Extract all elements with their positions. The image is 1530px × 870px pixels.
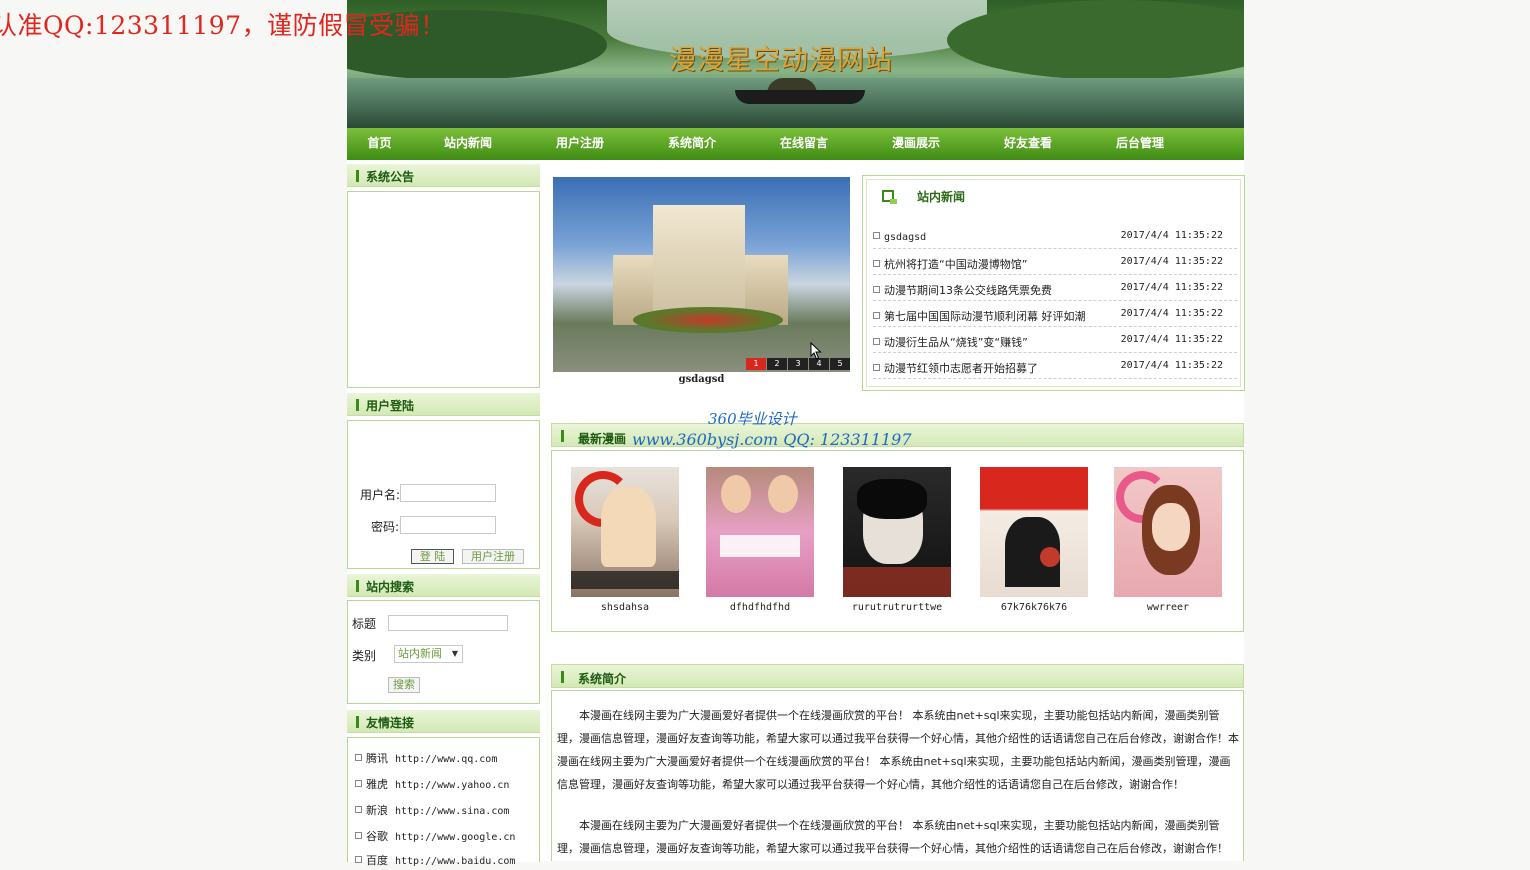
notice-content <box>347 191 540 388</box>
nav-friends[interactable]: 好友查看 <box>972 128 1084 160</box>
nav-news[interactable]: 站内新闻 <box>412 128 524 160</box>
search-button[interactable]: 搜索 <box>388 677 420 693</box>
manga-item[interactable]: dfhdfhdfhd <box>706 467 814 613</box>
site-title: 漫漫星空动漫网站 <box>669 45 893 76</box>
links-list: 腾讯 http://www.qq.com 雅虎 http://www.yahoo… <box>347 737 540 867</box>
notice-panel: 系统公告 <box>347 164 540 187</box>
slider-page-1[interactable]: 1 <box>746 358 766 370</box>
manga-cover[interactable] <box>843 467 951 597</box>
news-title: 站内新闻 <box>917 190 966 204</box>
intro-title: 系统简介 <box>578 672 627 686</box>
login-form: 用户名: 密码: 登 陆 用户注册 <box>347 420 540 569</box>
overlay-watermark-line1: 360毕业设计 <box>708 410 797 428</box>
mouse-cursor-icon <box>810 342 822 360</box>
latest-manga-title: 最新漫画 <box>578 432 627 446</box>
boat-image <box>735 90 865 104</box>
overlay-watermark-line2: www.360bysj.com QQ: 123311197 <box>632 430 912 449</box>
password-input[interactable] <box>400 516 496 534</box>
search-title-label: 标题 <box>352 617 377 631</box>
links-title: 友情连接 <box>366 716 415 730</box>
nav-manga[interactable]: 漫画展示 <box>860 128 972 160</box>
slider-page-2[interactable]: 2 <box>767 358 787 370</box>
register-button[interactable]: 用户注册 <box>462 549 524 564</box>
manga-item[interactable]: shsdahsa <box>571 467 679 613</box>
link-baidu[interactable]: 百度 http://www.baidu.com <box>355 852 515 870</box>
manga-name[interactable]: rurutrutrurttwe <box>843 602 951 613</box>
image-slider[interactable]: 1 2 3 4 5 <box>553 177 850 372</box>
news-panel: 站内新闻 gsdagsd 2017/4/4 11:35:22 杭州将打造“中国动漫… <box>862 175 1245 391</box>
password-label: 密码: <box>371 520 400 534</box>
slider-page-5[interactable]: 5 <box>830 358 850 370</box>
search-title-input[interactable] <box>388 615 508 631</box>
nav-admin[interactable]: 后台管理 <box>1084 128 1196 160</box>
username-input[interactable] <box>400 484 496 502</box>
manga-name[interactable]: 67k76k76k76 <box>980 602 1088 613</box>
main-nav: 首页 站内新闻 用户注册 系统简介 在线留言 漫画展示 好友查看 后台管理 <box>347 128 1244 160</box>
news-item[interactable]: gsdagsd 2017/4/4 11:35:22 <box>873 223 1237 249</box>
login-button[interactable]: 登 陆 <box>411 549 454 564</box>
nav-register[interactable]: 用户注册 <box>524 128 636 160</box>
news-item[interactable]: 动漫节红领巾志愿者开始招募了 2017/4/4 11:35:22 <box>873 353 1237 379</box>
search-panel: 站内搜索 <box>347 574 540 597</box>
link-qq[interactable]: 腾讯 http://www.qq.com <box>355 750 497 768</box>
manga-name[interactable]: dfhdfhdfhd <box>706 602 814 613</box>
search-form: 标题 类别 站内新闻 ▼ 搜索 <box>347 600 540 704</box>
news-item[interactable]: 动漫节期间13条公交线路凭票免费 2017/4/4 11:35:22 <box>873 275 1237 301</box>
manga-item[interactable]: wwrreer <box>1114 467 1222 613</box>
link-yahoo[interactable]: 雅虎 http://www.yahoo.cn <box>355 776 509 794</box>
news-icon <box>882 190 897 204</box>
intro-paragraph: 本漫画在线网主要为广大漫画爱好者提供一个在线漫画欣赏的平台！ 本系统由net+s… <box>557 819 1228 855</box>
flower-bed-image <box>633 307 783 333</box>
nav-message[interactable]: 在线留言 <box>748 128 860 160</box>
search-type-select[interactable]: 站内新闻 ▼ <box>394 645 463 663</box>
news-item[interactable]: 杭州将打造“中国动漫博物馆” 2017/4/4 11:35:22 <box>873 249 1237 275</box>
site-banner: 漫漫星空动漫网站 <box>347 0 1244 128</box>
intro-header: 系统简介 <box>551 664 1244 688</box>
link-google[interactable]: 谷歌 http://www.google.cn <box>355 828 515 846</box>
intro-content: 本漫画在线网主要为广大漫画爱好者提供一个在线漫画欣赏的平台！ 本系统由net+s… <box>551 690 1244 861</box>
latest-manga-list: shsdahsa dfhdfhdfhd rurutrutrurttwe 67k7… <box>551 450 1244 632</box>
manga-cover[interactable] <box>706 467 814 597</box>
login-title: 用户登陆 <box>366 399 415 413</box>
manga-name[interactable]: shsdahsa <box>571 602 679 613</box>
search-type-value: 站内新闻 <box>398 647 442 660</box>
page-container: 漫漫星空动漫网站 首页 站内新闻 用户注册 系统简介 在线留言 漫画展示 好友查… <box>347 0 1245 867</box>
login-panel: 用户登陆 <box>347 393 540 416</box>
chevron-down-icon: ▼ <box>451 649 458 658</box>
search-title: 站内搜索 <box>366 580 415 594</box>
manga-name[interactable]: wwrreer <box>1114 602 1222 613</box>
news-item[interactable]: 第七届中国国际动漫节顺利闭幕 好评如潮 2017/4/4 11:35:22 <box>873 301 1237 327</box>
manga-cover[interactable] <box>571 467 679 597</box>
intro-paragraph: 本漫画在线网主要为广大漫画爱好者提供一个在线漫画欣赏的平台！ 本系统由net+s… <box>557 709 1239 791</box>
nav-home[interactable]: 首页 <box>347 128 412 160</box>
manga-cover[interactable] <box>1114 467 1222 597</box>
search-type-label: 类别 <box>352 649 377 663</box>
manga-item[interactable]: rurutrutrurttwe <box>843 467 951 613</box>
building-tower-image <box>653 205 745 320</box>
manga-cover[interactable] <box>980 467 1088 597</box>
link-sina[interactable]: 新浪 http://www.sina.com <box>355 802 509 820</box>
links-panel: 友情连接 <box>347 710 540 733</box>
slider-page-3[interactable]: 3 <box>788 358 808 370</box>
username-label: 用户名: <box>360 488 401 502</box>
qq-watermark: 认准QQ:123311197，谨防假冒受骗！ <box>0 11 446 40</box>
notice-title: 系统公告 <box>366 170 415 184</box>
nav-intro[interactable]: 系统简介 <box>636 128 748 160</box>
news-item[interactable]: 动漫衍生品从“烧钱”变“赚钱” 2017/4/4 11:35:22 <box>873 327 1237 353</box>
slider-pager: 1 2 3 4 5 <box>746 358 850 370</box>
manga-item[interactable]: 67k76k76k76 <box>980 467 1088 613</box>
slider-caption[interactable]: gsdagsd <box>553 374 850 385</box>
